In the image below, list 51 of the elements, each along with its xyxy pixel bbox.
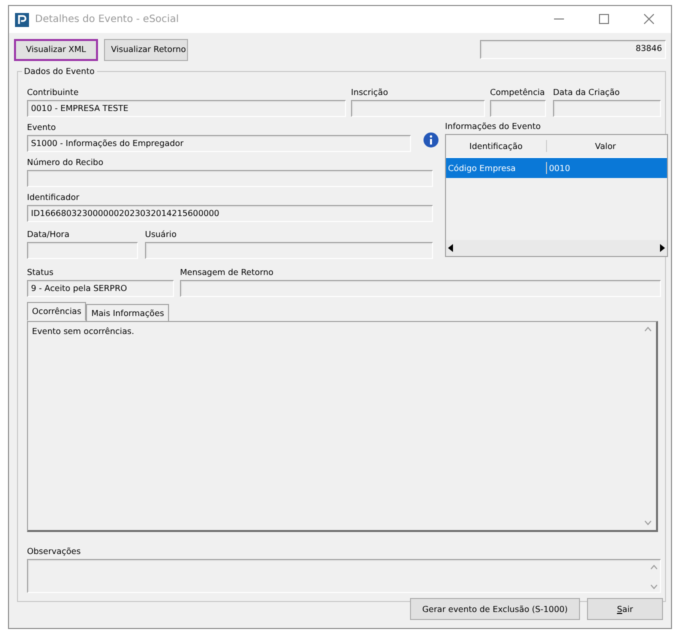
- text-field[interactable]: [27, 242, 138, 259]
- field-label: Data/Hora: [27, 228, 70, 241]
- scroll-right-icon[interactable]: [657, 243, 667, 253]
- column-header[interactable]: Valor: [547, 140, 664, 152]
- field-label: Usuário: [145, 228, 177, 241]
- text-field[interactable]: [351, 100, 485, 117]
- field-label: Inscrição: [351, 86, 388, 99]
- window-title: Detalhes do Evento - eSocial: [35, 13, 180, 27]
- text-field[interactable]: [27, 170, 433, 187]
- tab[interactable]: Ocorrências: [27, 302, 86, 321]
- toolbar-button[interactable]: Visualizar XML: [14, 38, 98, 60]
- field-label: Número do Recibo: [27, 156, 104, 169]
- text-field[interactable]: 9 - Aceito pela SERPRO: [27, 280, 174, 297]
- app-logo-icon: [15, 12, 29, 26]
- scroll-down-icon[interactable]: [644, 520, 652, 526]
- dialog-button[interactable]: Gerar evento de Exclusão (S-1000): [410, 598, 580, 620]
- tab[interactable]: Mais Informações: [86, 304, 170, 321]
- field-label: Data da Criação: [553, 86, 620, 99]
- tab-content-text: Evento sem ocorrências.: [32, 326, 134, 336]
- field-label: Contribuinte: [27, 86, 79, 99]
- field-label: Evento: [27, 121, 56, 134]
- text-field[interactable]: [180, 280, 661, 297]
- field-label: Identificador: [27, 191, 80, 204]
- field-label: Mensagem de Retorno: [180, 266, 274, 279]
- scroll-left-icon[interactable]: [446, 243, 456, 253]
- column-header[interactable]: Identificação: [446, 140, 547, 152]
- table-cell: Código Empresa: [446, 162, 547, 174]
- text-field[interactable]: S1000 - Informações do Empregador: [27, 135, 411, 152]
- close-icon[interactable]: [644, 14, 654, 24]
- text-field[interactable]: [553, 100, 661, 117]
- scroll-up-icon[interactable]: [650, 564, 658, 570]
- text-field[interactable]: ID1666803230000002023032014215600000: [27, 205, 433, 222]
- table-cell-text: 0010: [548, 162, 572, 174]
- text-field[interactable]: [145, 242, 433, 259]
- table-row[interactable]: Código Empresa 0010: [446, 158, 667, 178]
- info-icon[interactable]: [423, 132, 439, 148]
- text-field[interactable]: 0010 - EMPRESA TESTE: [27, 100, 346, 117]
- group-title: Dados do Evento: [22, 65, 97, 78]
- toolbar-button[interactable]: Visualizar Retorno: [104, 38, 188, 60]
- number-field: 83846: [480, 40, 666, 59]
- maximize-icon[interactable]: [598, 14, 608, 24]
- text-field[interactable]: [490, 100, 546, 117]
- horizontal-scrollbar[interactable]: [446, 240, 667, 256]
- field-label: Competência: [490, 86, 545, 99]
- scroll-down-icon[interactable]: [650, 584, 658, 590]
- text-field[interactable]: [27, 559, 661, 593]
- table-title: Informações do Evento: [445, 120, 541, 132]
- scroll-up-icon[interactable]: [644, 326, 652, 332]
- field-label: Observações: [27, 545, 81, 558]
- field-label: Status: [27, 266, 54, 279]
- dialog-button[interactable]: Sair: [587, 598, 663, 620]
